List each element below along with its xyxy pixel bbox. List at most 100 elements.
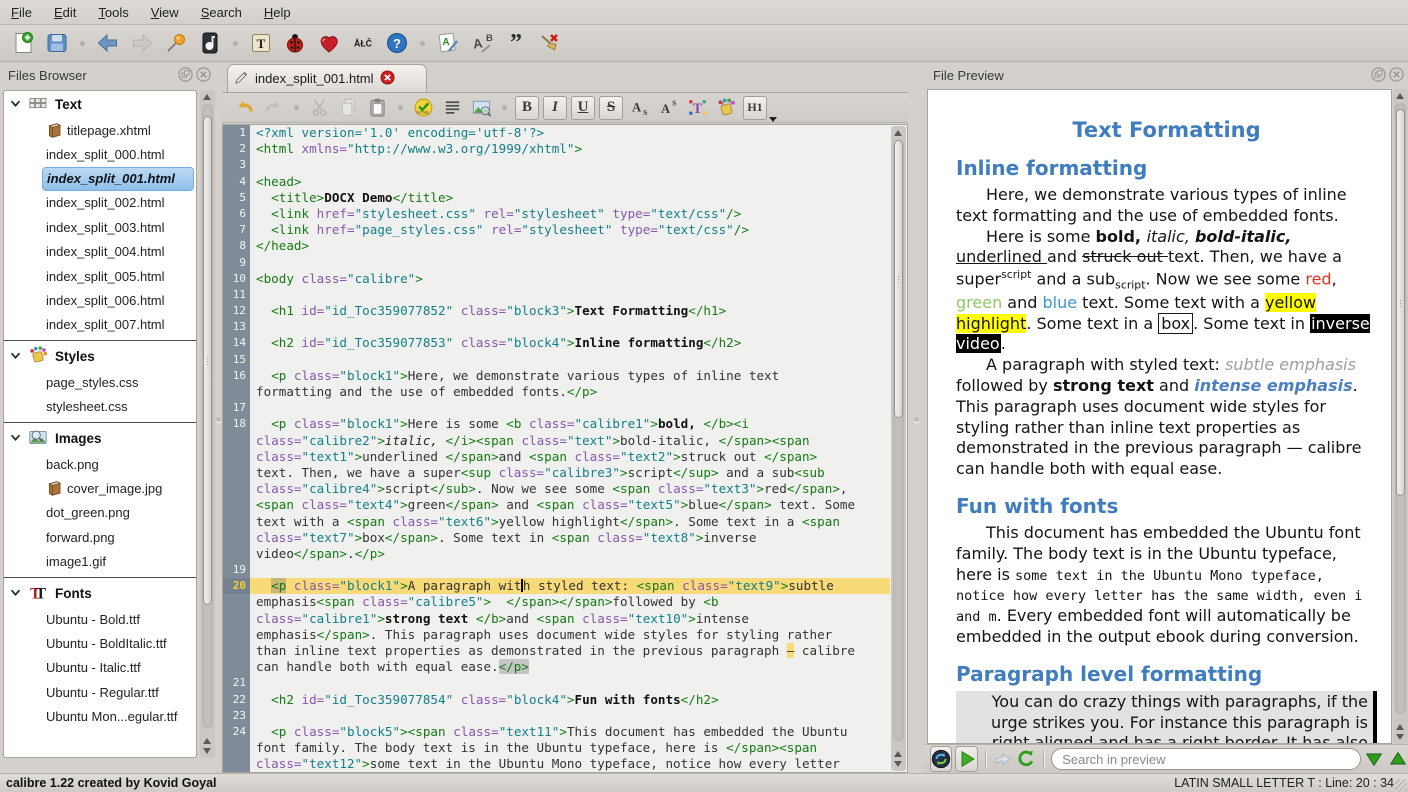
forward-icon[interactable] [128, 29, 156, 57]
file-item-ubuntu-bold-ttf[interactable]: Ubuntu - Bold.ttf [4, 607, 196, 631]
menu-file[interactable]: File [0, 2, 43, 23]
copy-icon[interactable] [336, 95, 361, 120]
file-item-index-split-006-html[interactable]: index_split_006.html [4, 288, 196, 312]
file-item-cover-image-jpg[interactable]: cover_image.jpg [4, 476, 196, 500]
scroll-up-icon[interactable] [894, 130, 902, 136]
chevron-down-icon[interactable] [10, 586, 21, 601]
scroll-up-icon[interactable] [1396, 724, 1404, 730]
insert-image-icon[interactable] [469, 95, 494, 120]
new-file-icon[interactable] [9, 29, 37, 57]
file-item-dot-green-png[interactable]: dot_green.png [4, 501, 196, 525]
scrollbar-thumb[interactable] [1396, 109, 1405, 496]
scroll-up-icon[interactable] [894, 751, 902, 757]
undo-icon[interactable] [232, 95, 257, 120]
edit-title-icon[interactable]: T [247, 29, 275, 57]
section-fonts[interactable]: TTFonts [4, 580, 196, 607]
find-previous-icon[interactable] [1388, 747, 1408, 771]
file-item-ubuntu-regular-ttf[interactable]: Ubuntu - Regular.ttf [4, 680, 196, 704]
section-text[interactable]: Text [4, 91, 196, 118]
strikethrough-button[interactable]: S [599, 96, 623, 120]
italic-button[interactable]: I [543, 96, 567, 120]
file-item-ubuntu-bolditalic-ttf[interactable]: Ubuntu - BoldItalic.ttf [4, 631, 196, 655]
file-item-index-split-003-html[interactable]: index_split_003.html [4, 215, 196, 239]
left-splitter[interactable] [215, 62, 222, 773]
spellcheck-icon[interactable]: ÅŁČ [349, 29, 377, 57]
file-item-forward-png[interactable]: forward.png [4, 525, 196, 549]
menu-tools[interactable]: Tools [87, 2, 139, 23]
tab-index-split-001[interactable]: index_split_001.html [227, 64, 427, 92]
subscript-icon[interactable]: AS [627, 95, 652, 120]
file-item-image1-gif[interactable]: image1.gif [4, 549, 196, 573]
float-panel-button[interactable] [1371, 67, 1386, 82]
reload-preview-icon[interactable] [930, 746, 952, 772]
toc-icon[interactable] [196, 29, 224, 57]
pin-icon[interactable] [162, 29, 190, 57]
section-images[interactable]: Images [4, 425, 196, 452]
refresh-icon[interactable] [1016, 747, 1036, 771]
close-panel-button[interactable] [196, 67, 211, 82]
check-book-icon[interactable] [281, 29, 309, 57]
chevron-down-icon[interactable] [10, 431, 21, 446]
section-styles[interactable]: Styles [4, 343, 196, 370]
file-item-stylesheet-css[interactable]: stylesheet.css [4, 395, 196, 419]
preview-scrollbar[interactable] [1393, 89, 1408, 744]
editor-scrollbar[interactable] [891, 126, 906, 771]
file-item-index-split-002-html[interactable]: index_split_002.html [4, 191, 196, 215]
scroll-up-icon[interactable] [203, 738, 211, 744]
code-editor[interactable]: 1<?xml version='1.0' encoding='utf-8'?>2… [222, 124, 908, 773]
file-item-index-split-004-html[interactable]: index_split_004.html [4, 240, 196, 264]
superscript-icon[interactable]: AS [656, 95, 681, 120]
back-icon[interactable] [94, 29, 122, 57]
scroll-up-icon[interactable] [203, 94, 211, 100]
remove-unused-css-icon[interactable] [536, 29, 564, 57]
file-item-titlepage-xhtml[interactable]: titlepage.xhtml [4, 118, 196, 142]
scroll-up-icon[interactable] [1396, 93, 1404, 99]
save-icon[interactable] [43, 29, 71, 57]
close-panel-button[interactable] [1389, 67, 1404, 82]
arrange-files-icon[interactable]: A [434, 29, 462, 57]
beautify-html-icon[interactable]: HTML [411, 95, 436, 120]
donate-icon[interactable] [315, 29, 343, 57]
heading-level-button[interactable]: H1 [743, 96, 767, 120]
paste-icon[interactable] [365, 95, 390, 120]
right-splitter[interactable] [908, 62, 925, 773]
scroll-down-icon[interactable] [203, 748, 211, 754]
compare-icon[interactable]: AB [468, 29, 496, 57]
find-next-icon[interactable] [1364, 747, 1384, 771]
sync-position-icon[interactable] [993, 747, 1013, 771]
menu-edit[interactable]: Edit [43, 2, 87, 23]
files-scrollbar[interactable] [200, 90, 215, 758]
file-item-index-split-000-html[interactable]: index_split_000.html [4, 142, 196, 166]
file-item-index-split-001-html[interactable]: index_split_001.html [42, 167, 194, 191]
chevron-down-icon[interactable] [10, 349, 21, 364]
file-item-ubuntu-italic-ttf[interactable]: Ubuntu - Italic.ttf [4, 656, 196, 680]
smarten-punctuation-icon[interactable]: ” [502, 29, 530, 57]
background-color-icon[interactable] [714, 95, 739, 120]
tab-close-icon[interactable] [380, 70, 395, 88]
dropdown-arrow-icon[interactable] [769, 117, 777, 122]
file-item-ubuntu-mon-egular-ttf[interactable]: Ubuntu Mon...egular.ttf [4, 704, 196, 728]
redo-icon[interactable] [261, 95, 286, 120]
float-panel-button[interactable] [178, 67, 193, 82]
file-item-index-split-007-html[interactable]: index_split_007.html [4, 313, 196, 337]
text-color-icon[interactable]: T [685, 95, 710, 120]
bold-button[interactable]: B [515, 96, 539, 120]
file-item-page-styles-css[interactable]: page_styles.css [4, 370, 196, 394]
scrollbar-thumb[interactable] [203, 116, 212, 605]
search-in-preview-input[interactable] [1051, 748, 1361, 770]
scroll-down-icon[interactable] [1396, 734, 1404, 740]
fill-paragraph-icon[interactable] [440, 95, 465, 120]
menu-view[interactable]: View [140, 2, 190, 23]
run-icon[interactable] [955, 746, 977, 772]
cut-icon[interactable] [307, 95, 332, 120]
scrollbar-thumb[interactable] [894, 140, 903, 418]
menu-help[interactable]: Help [253, 2, 302, 23]
underline-button[interactable]: U [571, 96, 595, 120]
menu-search[interactable]: Search [190, 2, 253, 23]
file-item-back-png[interactable]: back.png [4, 452, 196, 476]
chevron-down-icon[interactable] [10, 97, 21, 112]
resize-grip[interactable] [1395, 779, 1407, 791]
file-item-index-split-005-html[interactable]: index_split_005.html [4, 264, 196, 288]
scroll-down-icon[interactable] [894, 761, 902, 767]
help-icon[interactable]: ? [383, 29, 411, 57]
